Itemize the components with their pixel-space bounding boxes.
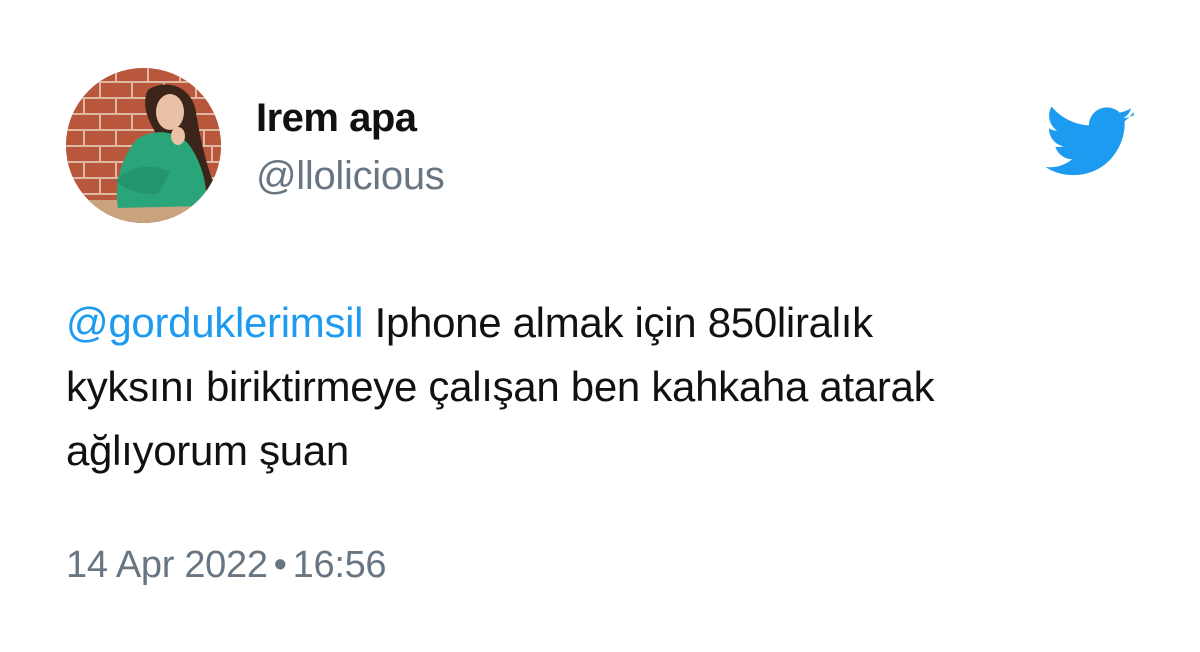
user-handle[interactable]: @llolicious — [256, 152, 445, 200]
tweet-text-line-3: ağlıyorum şuan — [66, 427, 349, 474]
display-name[interactable]: Irem apa — [256, 94, 417, 142]
tweet-card: Irem apa @llolicious @gordukl​erimsil Ip… — [0, 0, 1200, 652]
twitter-bird-icon-shape — [1045, 106, 1134, 176]
tweet-text-line-1: @gordukl​erimsil Iphone almak için 850li… — [66, 291, 1146, 355]
tweet-text-line-2: kyksını biriktirmeye çalışan ben kahkaha… — [66, 363, 935, 410]
avatar-photo — [66, 68, 221, 223]
meta-separator: • — [273, 544, 287, 586]
twitter-bird-icon[interactable] — [1045, 106, 1135, 182]
tweet-timestamp[interactable]: 14 Apr 2022 • 16:56 — [66, 541, 387, 589]
tweet-date: 14 Apr 2022 — [66, 544, 268, 586]
tweet-time: 16:56 — [292, 544, 387, 586]
tweet-text: @gordukl​erimsil Iphone almak için 850li… — [66, 291, 1146, 483]
mention-link[interactable]: @gordukl​erimsil — [66, 299, 364, 346]
tweet-text-part-1: Iphone almak için 850liralık — [363, 299, 874, 346]
avatar[interactable] — [66, 68, 221, 223]
